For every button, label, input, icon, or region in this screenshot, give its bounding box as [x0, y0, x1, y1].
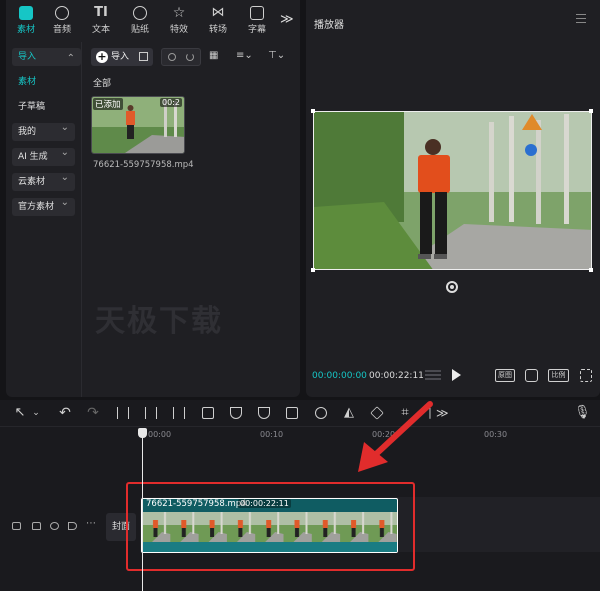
chevron-down-icon[interactable]: ⌄ — [30, 407, 42, 419]
ruler-label: 00:10 — [260, 430, 284, 439]
ratio-button[interactable]: 比例 — [548, 369, 569, 382]
section-label: 全部 — [93, 79, 112, 89]
audio-icon — [55, 6, 69, 20]
thumb-filename: 76621-559757958.mp4 — [93, 160, 194, 170]
sidebar-item-ai[interactable]: AI 生成 — [12, 144, 75, 166]
top-toolbar: 素材 音频 TI 文本 贴纸 ☆ 特效 ⋈ 转场 字幕 — [6, 0, 300, 42]
split-icon[interactable] — [117, 407, 129, 419]
tab-text[interactable]: TI 文本 — [83, 4, 119, 36]
transition-icon: ⋈ — [211, 5, 225, 20]
player-title: 播放器 — [314, 20, 344, 31]
total-time: 00:00:22:11 — [369, 371, 424, 381]
crop-handle[interactable] — [311, 268, 315, 272]
tab-media[interactable]: 素材 — [8, 4, 44, 35]
sort-icon[interactable]: ≡⌄ — [236, 50, 253, 61]
tab-media-label: 素材 — [16, 25, 35, 35]
select-tool-icon[interactable]: ↖ — [14, 406, 26, 419]
media-sidebar — [6, 42, 82, 397]
subtitle-icon — [250, 6, 264, 20]
video-preview[interactable] — [313, 111, 592, 270]
video-track-icon — [12, 522, 21, 530]
microphone-icon[interactable]: 🎙 — [574, 406, 591, 419]
effects-icon: ☆ — [172, 5, 186, 21]
delete-icon[interactable] — [202, 407, 214, 419]
audio-meter-icon — [425, 370, 441, 382]
play-button[interactable] — [452, 369, 461, 381]
crop-handle[interactable] — [589, 268, 593, 272]
sidebar-item-import[interactable]: 导入 — [12, 48, 81, 68]
filter-icon[interactable]: ⊤⌄ — [268, 50, 285, 61]
app-window: 素材 音频 TI 文本 贴纸 ☆ 特效 ⋈ 转场 字幕 ≫ 导入 素材 子草稿 … — [0, 0, 600, 591]
sticker-icon — [133, 6, 147, 20]
tab-sticker[interactable]: 贴纸 — [122, 4, 158, 35]
mask-icon[interactable] — [258, 407, 270, 419]
tab-effects-label: 特效 — [169, 25, 188, 35]
import-button[interactable]: + 导入 — [91, 48, 153, 66]
tab-sticker-label: 贴纸 — [130, 25, 149, 35]
grid-icon[interactable] — [139, 52, 148, 61]
sidebar-item-cloud[interactable]: 云素材 — [12, 169, 75, 191]
tab-subtitle-label: 字幕 — [247, 25, 266, 35]
added-badge: 已添加 — [93, 98, 123, 110]
refresh-icon[interactable] — [186, 53, 194, 61]
import-button-label: 导入 — [111, 52, 130, 62]
fullscreen-icon[interactable] — [580, 369, 592, 382]
plus-icon: + — [96, 50, 108, 63]
annotation-arrow — [358, 401, 433, 472]
current-time: 00:00:00:00 — [312, 371, 367, 381]
original-button[interactable]: 原图 — [495, 369, 515, 382]
thumb-duration: 00:2 — [160, 98, 182, 107]
search-icon — [168, 53, 176, 61]
highlight-box — [126, 482, 415, 571]
playhead-handle[interactable] — [138, 428, 147, 438]
ruler-label: 00:00 — [148, 430, 172, 439]
volume-icon[interactable] — [68, 522, 77, 530]
playhead[interactable] — [142, 428, 143, 591]
more-icon[interactable]: ⋯ — [86, 518, 96, 529]
toolbar-more-icon[interactable]: ≫ — [280, 12, 294, 27]
shield-icon[interactable] — [230, 407, 242, 419]
sidebar-item-official[interactable]: 官方素材 — [12, 194, 75, 216]
tab-text-label: 文本 — [91, 25, 110, 35]
view-toggle-icon[interactable]: ▦ — [209, 50, 218, 61]
search-input[interactable] — [161, 48, 201, 66]
crop-handle[interactable] — [589, 109, 593, 113]
watermark: 天极下载 — [95, 304, 223, 339]
tab-transition-label: 转场 — [208, 25, 227, 35]
tab-audio-label: 音频 — [52, 25, 71, 35]
trim-left-icon[interactable] — [145, 407, 157, 419]
tab-audio[interactable]: 音频 — [44, 4, 80, 35]
ruler-label: 00:30 — [484, 430, 508, 439]
speed-icon[interactable] — [315, 407, 327, 419]
undo-icon[interactable]: ↶ — [59, 406, 71, 420]
tab-effects[interactable]: ☆ 特效 — [161, 4, 197, 35]
rotate-icon[interactable] — [446, 281, 458, 293]
sidebar-item-mine[interactable]: 我的 — [12, 119, 75, 141]
redo-icon[interactable]: ↷ — [87, 406, 99, 420]
media-icon — [19, 6, 33, 20]
crop-handle[interactable] — [311, 109, 315, 113]
tab-transition[interactable]: ⋈ 转场 — [200, 4, 236, 36]
trim-right-icon[interactable] — [173, 407, 185, 419]
fit-screen-icon[interactable] — [525, 369, 538, 382]
text-icon: TI — [94, 5, 108, 20]
menu-icon[interactable] — [576, 14, 586, 23]
tab-subtitle[interactable]: 字幕 — [239, 4, 275, 35]
preview-image — [314, 112, 591, 269]
sidebar-item-subdraft[interactable]: 子草稿 — [12, 98, 81, 116]
eye-icon[interactable] — [50, 522, 59, 530]
lock-icon[interactable] — [32, 522, 41, 530]
sidebar-item-media[interactable]: 素材 — [12, 73, 81, 91]
freeze-icon[interactable] — [286, 407, 298, 419]
